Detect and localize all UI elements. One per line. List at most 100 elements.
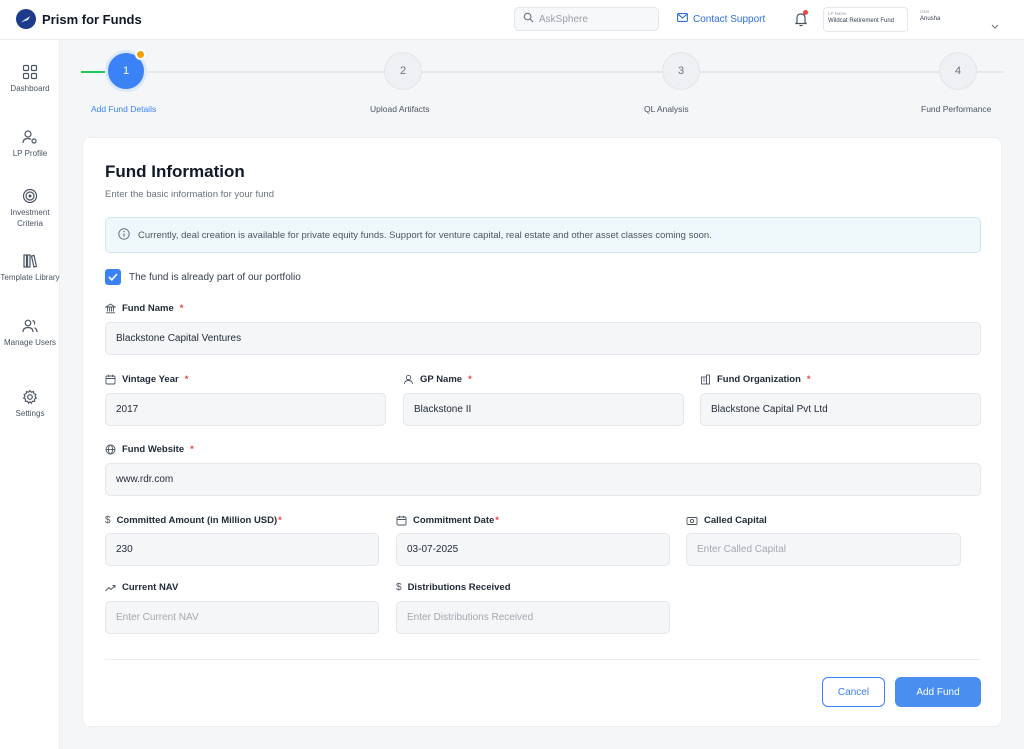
fund-name-label: Fund Name *	[105, 303, 183, 314]
step-4-label: Fund Performance	[921, 104, 992, 114]
user-menu[interactable]: User Anusha	[920, 9, 1005, 33]
step-2-indicator[interactable]: 2	[384, 52, 422, 90]
gear-icon	[22, 389, 38, 405]
dollar-icon: $	[396, 582, 402, 593]
field-label-text: Fund Website	[122, 444, 185, 455]
required-mark: *	[806, 374, 811, 385]
fund-information-card: Fund Information Enter the basic informa…	[82, 137, 1002, 727]
users-icon	[22, 319, 38, 333]
step-4-indicator[interactable]: 4	[939, 52, 977, 90]
sidebar-item-settings[interactable]: Settings	[0, 389, 60, 419]
called-capital-input[interactable]	[686, 533, 961, 566]
step-connector	[81, 71, 105, 73]
sidebar-item-manage-users[interactable]: Manage Users	[0, 318, 60, 348]
user-gear-icon	[22, 130, 37, 144]
sidebar-item-label: Investment Criteria	[10, 208, 50, 228]
field-label-text: Committed Amount (in Million USD)	[116, 515, 278, 526]
calendar-icon	[396, 515, 407, 526]
field-label-text: Commitment Date	[413, 515, 495, 526]
page-subtitle: Enter the basic information for your fun…	[105, 189, 274, 200]
field-label-text: Fund Name	[122, 303, 174, 314]
committed-amount-input[interactable]	[105, 533, 379, 566]
cash-icon	[686, 516, 698, 525]
step-number: 1	[122, 65, 130, 77]
sidebar-item-investment-criteria[interactable]: Investment Criteria	[0, 188, 60, 229]
commitment-date-input[interactable]	[396, 533, 670, 566]
add-fund-button[interactable]: Add Fund	[895, 677, 981, 707]
field-label-text: Distributions Received	[407, 582, 511, 593]
step-1-label: Add Fund Details	[91, 104, 157, 114]
contact-support-label: Contact Support	[693, 13, 766, 25]
commitment-date-label: Commitment Date *	[396, 515, 499, 526]
step-3-label: QL Analysis	[644, 104, 689, 114]
fund-organization-input[interactable]	[700, 393, 981, 426]
step-number: 2	[399, 65, 407, 77]
gp-name-label: GP Name *	[403, 374, 472, 385]
globe-icon	[105, 444, 116, 455]
gp-name-input[interactable]	[403, 393, 684, 426]
portfolio-checkbox-label: The fund is already part of our portfoli…	[129, 271, 301, 283]
search-icon	[523, 10, 534, 28]
required-mark: *	[278, 515, 282, 526]
field-label-text: Current NAV	[122, 582, 179, 593]
portfolio-checkbox[interactable]	[105, 269, 121, 285]
required-mark: *	[190, 444, 194, 455]
required-mark: *	[179, 303, 184, 314]
lp-value: Wildcat Retirement Fund	[828, 18, 895, 24]
notice-text: Currently, deal creation is available fo…	[138, 229, 712, 241]
check-icon	[108, 273, 118, 281]
calendar-icon	[105, 374, 116, 385]
form-divider	[105, 659, 981, 660]
dollar-icon: $	[105, 515, 111, 526]
current-nav-input[interactable]	[105, 601, 379, 634]
field-label-text: Fund Organization	[717, 374, 801, 385]
app-title: Prism for Funds	[42, 11, 142, 27]
cancel-button[interactable]: Cancel	[822, 677, 885, 707]
chevron-down-icon	[991, 16, 999, 34]
search-box[interactable]	[514, 7, 659, 31]
target-icon	[22, 188, 38, 204]
info-notice: Currently, deal creation is available fo…	[105, 217, 981, 253]
step-number: 3	[677, 65, 685, 77]
user-icon	[404, 374, 413, 385]
notification-button[interactable]	[793, 10, 809, 27]
required-mark: *	[184, 374, 189, 385]
sidebar-item-label: LP Profile	[12, 149, 48, 158]
distributions-received-label: $ Distributions Received	[396, 582, 511, 593]
distributions-received-input[interactable]	[396, 601, 670, 634]
info-icon	[118, 227, 130, 243]
page-title: Fund Information	[105, 162, 245, 181]
sidebar-item-label: Dashboard	[10, 84, 50, 93]
building-icon	[701, 374, 710, 385]
contact-support-link[interactable]: Contact Support	[677, 13, 765, 25]
field-label-text: Called Capital	[704, 515, 767, 526]
vintage-year-input[interactable]	[105, 393, 386, 426]
sidebar-item-label: Template Library	[0, 273, 60, 282]
fund-website-input[interactable]	[105, 463, 981, 496]
sidebar-item-template-library[interactable]: Template Library	[0, 253, 60, 283]
fund-name-input[interactable]	[105, 322, 981, 355]
top-bar: Prism for Funds Contact Support LP Name …	[0, 0, 1024, 40]
lp-selector[interactable]: LP Name Wildcat Retirement Fund	[823, 7, 908, 32]
fund-website-label: Fund Website *	[105, 444, 194, 455]
app-logo[interactable]: Prism for Funds	[16, 9, 142, 29]
required-mark: *	[495, 515, 499, 526]
sidebar-item-label: Settings	[15, 409, 45, 418]
step-alert-badge	[135, 49, 146, 60]
notification-dot	[803, 10, 808, 15]
grid-icon	[22, 64, 38, 80]
field-label-text: GP Name	[420, 374, 463, 385]
step-2-label: Upload Artifacts	[370, 104, 430, 114]
step-3-indicator[interactable]: 3	[662, 52, 700, 90]
called-capital-label: Called Capital	[686, 515, 767, 526]
mail-icon	[677, 13, 688, 25]
search-input[interactable]	[539, 13, 649, 25]
sidebar-item-lp-profile[interactable]: LP Profile	[0, 129, 60, 159]
sidebar-item-label: Manage Users	[3, 338, 57, 347]
sidebar-item-dashboard[interactable]: Dashboard	[0, 64, 60, 94]
bell-icon	[793, 13, 809, 31]
portfolio-checkbox-row[interactable]: The fund is already part of our portfoli…	[105, 269, 301, 285]
required-mark: *	[468, 374, 472, 385]
current-nav-label: Current NAV	[105, 582, 178, 593]
field-label-text: Vintage Year	[122, 374, 179, 385]
